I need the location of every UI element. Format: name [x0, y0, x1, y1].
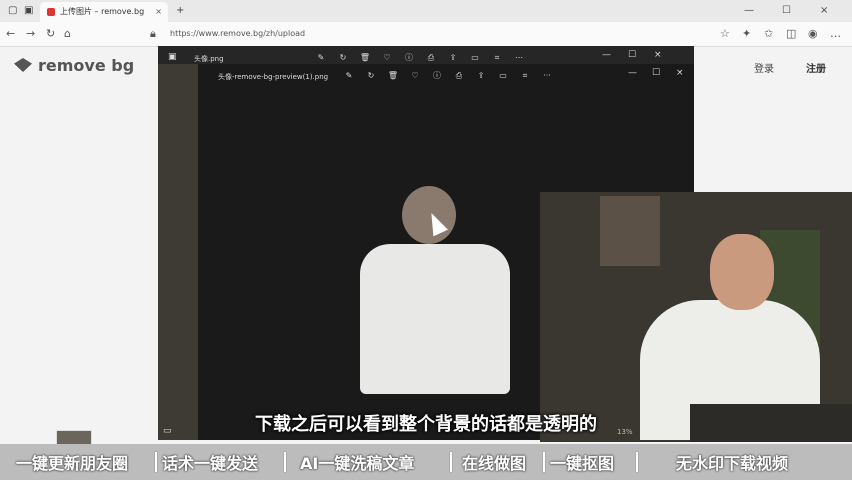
banner-item-download: 无水印下载视频 [676, 454, 789, 473]
profile-icon[interactable]: ◉ [808, 22, 818, 46]
url-field[interactable]: https://www.remove.bg/zh/upload [170, 25, 690, 43]
background-photo-strip [158, 64, 198, 440]
video-subtitle: 下载之后可以看到整个背景的话都是透明的 [255, 414, 597, 435]
minimize-window-button[interactable]: — [744, 0, 754, 22]
banner-item-cutout: 一键抠图 [550, 454, 615, 473]
print-icon[interactable]: ⎙ [448, 71, 470, 81]
extension-icon[interactable]: ✦ [742, 22, 751, 46]
rotate-icon[interactable]: ↻ [332, 53, 354, 62]
delete-icon[interactable]: 🗑︎ [382, 71, 404, 80]
tab-close-icon[interactable]: × [155, 2, 162, 22]
browser-tab[interactable]: 上传图片 – remove.bg × [40, 2, 168, 22]
tab-title: 上传图片 – remove.bg [60, 7, 145, 16]
logo-text: remove bg [38, 56, 135, 75]
reload-icon[interactable]: ↻ [46, 22, 55, 46]
delete-icon[interactable]: 🗑︎ [354, 53, 376, 62]
bookshelf-image [600, 196, 660, 266]
removebg-favicon-icon [47, 8, 55, 16]
edit-icon[interactable]: ✎ [310, 53, 332, 62]
more-icon[interactable]: ⋯ [508, 53, 530, 62]
banner-item-design: 在线做图 [462, 454, 527, 473]
front-close-button[interactable]: × [676, 68, 684, 78]
settings-more-icon[interactable]: … [830, 22, 841, 46]
banner-divider [284, 452, 286, 472]
slideshow-icon[interactable]: ▭ [492, 71, 514, 80]
crop-icon[interactable]: ⌗ [514, 71, 536, 81]
back-window-toolbar: ✎ ↻ 🗑︎ ♡ ⓘ ⎙ ⇪ ▭ ⌗ ⋯ [310, 52, 530, 63]
banner-item-script: 话术一键发送 [162, 454, 259, 473]
info-icon[interactable]: ⓘ [398, 52, 420, 63]
logo-mark-icon [14, 58, 32, 72]
home-icon[interactable]: ⌂ [64, 22, 71, 46]
address-toolbar: ← → ↻ ⌂ 🔒︎ https://www.remove.bg/zh/uplo… [0, 22, 852, 47]
favorites-icon[interactable]: ✩ [764, 22, 773, 46]
favorite-icon[interactable]: ♡ [376, 53, 398, 62]
photos-app-icon: ▣ [168, 52, 177, 62]
back-arrow-icon[interactable]: ← [6, 22, 15, 46]
slideshow-icon[interactable]: ▭ [464, 53, 486, 62]
keyboard-desk [690, 404, 852, 442]
share-icon[interactable]: ⇪ [442, 53, 464, 62]
banner-divider [636, 452, 638, 472]
promo-banner: 一键更新朋友圈 话术一键发送 AI一键洗稿文章 在线做图 一键抠图 无水印下载视… [0, 444, 852, 480]
back-minimize-button[interactable]: — [602, 50, 611, 60]
front-maximize-button[interactable]: ☐ [652, 68, 660, 78]
back-window-title: 头像.png [194, 55, 224, 63]
maximize-window-button[interactable]: ☐ [782, 0, 791, 22]
edit-icon[interactable]: ✎ [338, 71, 360, 80]
favorite-icon[interactable]: ♡ [404, 71, 426, 80]
banner-item-ai-rewrite: AI一键洗稿文章 [300, 454, 415, 473]
front-window-toolbar: ✎ ↻ 🗑︎ ♡ ⓘ ⎙ ⇪ ▭ ⌗ ··· [338, 70, 558, 81]
banner-divider [155, 452, 157, 472]
star-icon[interactable]: ☆ [720, 22, 730, 46]
browser-menu-icon[interactable]: ▢ [8, 0, 17, 22]
new-tab-button[interactable]: + [176, 0, 184, 22]
info-icon[interactable]: ⓘ [426, 70, 448, 81]
back-maximize-button[interactable]: ☐ [628, 50, 636, 60]
banner-divider [543, 452, 545, 472]
crop-icon[interactable]: ⌗ [486, 53, 508, 63]
close-window-button[interactable]: × [820, 0, 828, 22]
collections-icon[interactable]: ◫ [786, 22, 796, 46]
back-close-button[interactable]: × [654, 50, 662, 60]
print-icon[interactable]: ⎙ [420, 53, 442, 63]
tab-overview-icon[interactable]: ▣ [24, 0, 33, 22]
rotate-icon[interactable]: ↻ [360, 71, 382, 80]
browser-tab-bar: ▢ ▣ 上传图片 – remove.bg × + — ☐ × [0, 0, 852, 22]
share-icon[interactable]: ⇪ [470, 71, 492, 80]
cutout-person-body [360, 244, 510, 394]
forward-arrow-icon[interactable]: → [26, 22, 35, 46]
front-window-title: 头像-remove-bg-preview(1).png [218, 73, 329, 81]
lock-icon[interactable]: 🔒︎ [150, 22, 156, 46]
more-menu-button[interactable]: ··· [536, 71, 558, 80]
presenter-head [710, 234, 774, 310]
front-minimize-button[interactable]: — [628, 68, 637, 78]
banner-item-moments: 一键更新朋友圈 [16, 454, 129, 473]
login-link[interactable]: 登录 [754, 60, 774, 75]
signup-link[interactable]: 注册 [806, 60, 826, 75]
banner-divider [450, 452, 452, 472]
